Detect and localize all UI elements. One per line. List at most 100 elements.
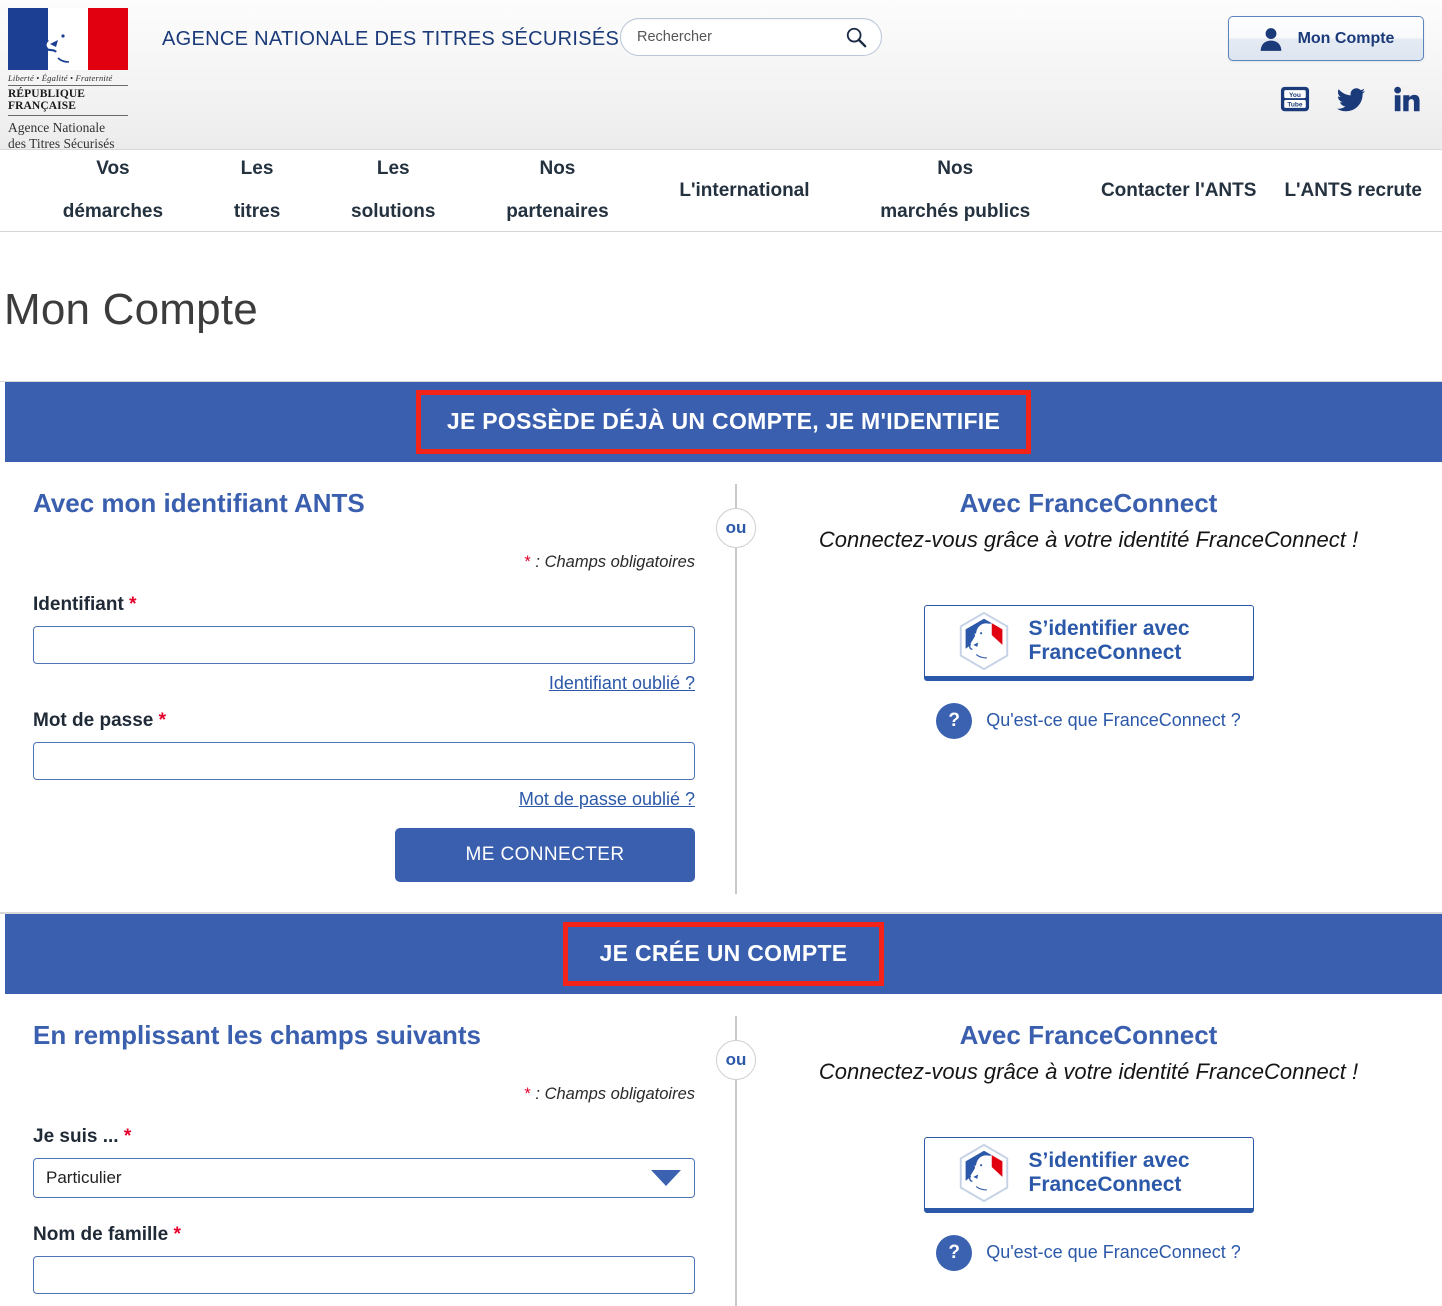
login-required-note: * : Champs obligatoires	[33, 553, 695, 572]
create-franceconnect-column: ou Avec FranceConnect Connectez-vous grâ…	[716, 994, 1442, 1306]
fc-button-line2: FranceConnect	[1028, 1172, 1182, 1196]
logo-agence: Agence Nationale des Titres Sécurisés	[8, 116, 132, 152]
search-icon[interactable]	[845, 26, 867, 48]
login-fc-help-link[interactable]: ? Qu'est-ce que FranceConnect ?	[765, 702, 1412, 739]
marianne-profile-icon	[44, 10, 84, 70]
question-mark-icon: ?	[936, 702, 973, 739]
identifiant-label-text: Identifiant	[33, 593, 124, 615]
password-forgot-row: Mot de passe oublié ?	[33, 789, 695, 810]
nav-item-les-titres[interactable]: Les titres	[220, 136, 294, 245]
nav-item-nos-partenaires[interactable]: Nos partenaires	[492, 136, 622, 245]
franceconnect-logo-icon	[959, 1143, 1008, 1203]
nav-item-line2: titres	[233, 201, 281, 223]
account-button[interactable]: Mon Compte	[1228, 16, 1424, 61]
search-box[interactable]	[620, 18, 882, 56]
login-section-body: Avec mon identifiant ANTS * : Champs obl…	[0, 462, 1442, 912]
password-label-text: Mot de passe	[33, 709, 154, 731]
avatar-icon	[1260, 27, 1281, 51]
search-input[interactable]	[635, 28, 845, 46]
nav-item-line2: L'international	[679, 179, 810, 201]
nav-item-ants-recrute[interactable]: L'ANTS recrute	[1270, 158, 1436, 224]
create-form-heading: En remplissant les champs suivants	[33, 1019, 481, 1050]
login-banner-label[interactable]: JE POSSÈDE DÉJÀ UN COMPTE, JE M'IDENTIFI…	[415, 389, 1032, 454]
login-fc-tagline: Connectez-vous grâce à votre identité Fr…	[818, 526, 1359, 552]
nav-item-line2: Contacter l'ANTS	[1100, 179, 1257, 201]
nav-item-international[interactable]: L'international	[665, 158, 823, 224]
identifiant-forgot-link[interactable]: Identifiant oublié ?	[549, 673, 695, 693]
identifiant-forgot-row: Identifiant oublié ?	[33, 673, 695, 694]
franceconnect-button-text: S’identifier avec FranceConnect	[1029, 617, 1190, 665]
required-note-text: : Champs obligatoires	[530, 552, 695, 571]
nav-item-line2: L'ANTS recrute	[1284, 179, 1422, 201]
franceconnect-create-button[interactable]: S’identifier avec FranceConnect	[923, 1136, 1254, 1213]
create-account-section: JE CRÉE UN COMPTE En remplissant les cha…	[0, 912, 1442, 1306]
password-input[interactable]	[33, 741, 695, 780]
login-fc-heading: Avec FranceConnect	[959, 487, 1218, 518]
create-form-column: En remplissant les champs suivants * : C…	[0, 994, 735, 1306]
linkedin-icon[interactable]	[1392, 84, 1422, 114]
create-section-banner[interactable]: JE CRÉE UN COMPTE	[5, 913, 1442, 994]
franceconnect-logo-icon	[959, 611, 1008, 671]
nav-item-line1: Nos	[539, 157, 576, 179]
fc-button-line1: S’identifier avec	[1028, 1148, 1190, 1172]
site-header: Liberté • Égalité • Fraternité RÉPUBLIQU…	[0, 0, 1442, 152]
role-select[interactable]: Particulier	[33, 1157, 695, 1198]
login-fc-help-label[interactable]: Qu'est-ce que FranceConnect ?	[986, 710, 1241, 731]
identifiant-input[interactable]	[33, 625, 695, 664]
create-required-note: * : Champs obligatoires	[33, 1085, 695, 1104]
role-label-text: Je suis ...	[33, 1125, 119, 1147]
page-title: Mon Compte	[4, 285, 258, 335]
fc-button-line1: S’identifier avec	[1028, 616, 1190, 640]
logo-agence-line1: Agence Nationale	[8, 120, 106, 135]
ou-divider-badge: ou	[716, 1039, 756, 1080]
login-section-banner[interactable]: JE POSSÈDE DÉJÀ UN COMPTE, JE M'IDENTIFI…	[5, 381, 1442, 462]
fc-button-line2: FranceConnect	[1028, 640, 1182, 664]
role-select-wrap: Particulier	[33, 1157, 695, 1198]
required-star: *	[158, 709, 167, 731]
ou-divider-badge: ou	[716, 507, 756, 548]
login-submit-row: ME CONNECTER	[33, 827, 695, 882]
french-flag-icon	[8, 8, 128, 70]
nav-item-line2: partenaires	[506, 201, 609, 223]
social-links: You Tube	[1280, 84, 1422, 114]
logo-republique: RÉPUBLIQUE FRANÇAISE	[8, 86, 128, 116]
svg-text:You: You	[1289, 92, 1301, 99]
nav-item-line2: démarches	[62, 201, 164, 223]
question-mark-icon: ?	[936, 1234, 973, 1271]
site-title: AGENCE NATIONALE DES TITRES SÉCURISÉS	[162, 28, 620, 50]
nav-item-contacter-ants[interactable]: Contacter l'ANTS	[1087, 158, 1270, 224]
svg-text:Tube: Tube	[1287, 102, 1303, 109]
login-fc-button-wrap: S’identifier avec FranceConnect	[765, 604, 1412, 681]
nav-item-line1: Les	[240, 157, 274, 179]
logo-devise: Liberté • Égalité • Fraternité	[8, 73, 128, 86]
role-select-value: Particulier	[46, 1167, 122, 1187]
create-fc-heading: Avec FranceConnect	[959, 1019, 1218, 1050]
login-section: JE POSSÈDE DÉJÀ UN COMPTE, JE M'IDENTIFI…	[0, 380, 1442, 913]
login-form-heading: Avec mon identifiant ANTS	[33, 487, 365, 518]
franceconnect-button-text: S’identifier avec FranceConnect	[1029, 1149, 1190, 1197]
create-fc-help-label[interactable]: Qu'est-ce que FranceConnect ?	[986, 1242, 1241, 1263]
login-franceconnect-column: ou Avec FranceConnect Connectez-vous grâ…	[716, 462, 1442, 912]
nav-item-line1: Vos	[96, 157, 130, 179]
main-navigation: Vos démarches Les titres Les solutions N…	[0, 150, 1442, 232]
create-fc-button-wrap: S’identifier avec FranceConnect	[765, 1136, 1412, 1213]
create-section-body: En remplissant les champs suivants * : C…	[0, 994, 1442, 1306]
required-star: *	[129, 593, 137, 615]
account-button-label: Mon Compte	[1297, 29, 1395, 47]
lastname-input[interactable]	[33, 1255, 695, 1294]
twitter-icon[interactable]	[1336, 84, 1366, 114]
nav-item-line1: Les	[376, 157, 410, 179]
me-connecter-button[interactable]: ME CONNECTER	[395, 827, 695, 882]
required-star: *	[173, 1223, 181, 1245]
youtube-icon[interactable]: You Tube	[1280, 84, 1310, 114]
password-forgot-link[interactable]: Mot de passe oublié ?	[519, 789, 695, 809]
nav-item-marches-publics[interactable]: Nos marchés publics	[866, 136, 1044, 245]
franceconnect-login-button[interactable]: S’identifier avec FranceConnect	[923, 604, 1254, 681]
create-fc-tagline: Connectez-vous grâce à votre identité Fr…	[818, 1058, 1359, 1084]
republic-logo[interactable]: Liberté • Égalité • Fraternité RÉPUBLIQU…	[8, 8, 140, 152]
create-fc-help-link[interactable]: ? Qu'est-ce que FranceConnect ?	[765, 1234, 1412, 1271]
nav-item-les-solutions[interactable]: Les solutions	[337, 136, 449, 245]
create-banner-label[interactable]: JE CRÉE UN COMPTE	[562, 921, 885, 986]
required-star: *	[123, 1125, 132, 1147]
required-note-text: : Champs obligatoires	[530, 1084, 695, 1103]
